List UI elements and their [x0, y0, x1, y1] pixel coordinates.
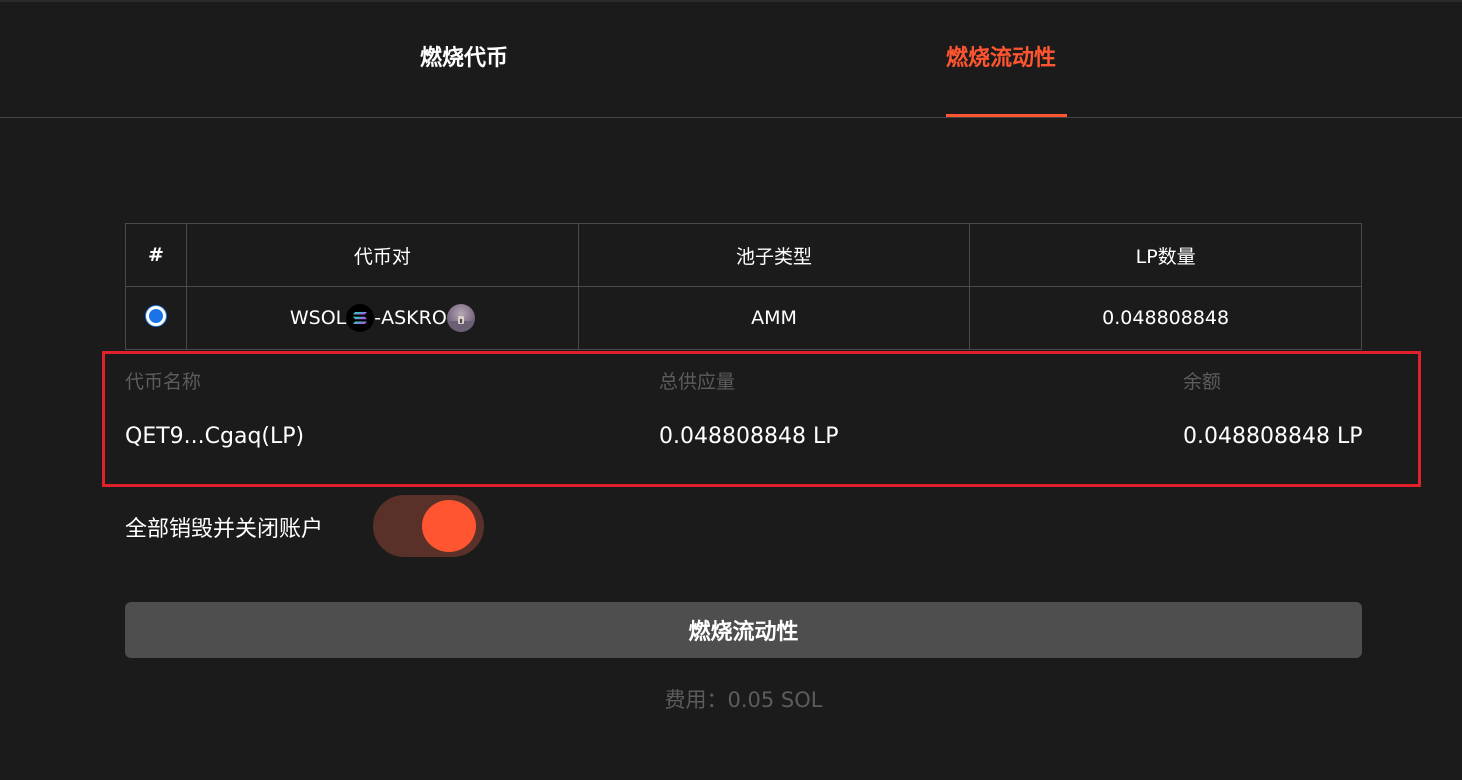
table-row[interactable]: WSOL - ASKRO AMM 0.048808848 — [125, 286, 1362, 350]
close-account-toggle[interactable] — [373, 495, 484, 557]
pair-base-token: WSOL — [289, 307, 347, 329]
pool-type-cell: AMM — [577, 286, 971, 350]
table-header-row: # 代币对 池子类型 LP数量 — [125, 223, 1362, 287]
pair-quote-token: ASKRO — [381, 307, 447, 329]
column-header-index: # — [125, 223, 187, 287]
close-account-label: 全部销毁并关闭账户 — [125, 517, 324, 542]
column-header-pool-type: 池子类型 — [577, 223, 971, 287]
pair-separator: - — [374, 307, 382, 329]
row-radio-button[interactable] — [145, 305, 166, 326]
burn-liquidity-page: 燃烧代币 燃烧流动性 # 代币对 池子类型 LP数量 WSOL - ASKRO … — [0, 0, 1462, 780]
toggle-knob — [422, 500, 476, 552]
token-pair: WSOL - ASKRO — [290, 304, 475, 332]
lp-table: # 代币对 池子类型 LP数量 WSOL - ASKRO AMM 0.04880… — [125, 223, 1362, 350]
tab-burn-liquidity[interactable]: 燃烧流动性 — [946, 40, 1067, 117]
tab-burn-token[interactable]: 燃烧代币 — [420, 40, 508, 117]
column-header-lp-amount: LP数量 — [969, 223, 1362, 287]
tab-bar: 燃烧代币 燃烧流动性 — [0, 0, 1462, 118]
total-supply-value: 0.048808848 LP — [659, 424, 839, 449]
token-name-label: 代币名称 — [125, 371, 202, 393]
total-supply-label: 总供应量 — [659, 371, 736, 393]
balance-value: 0.048808848 LP — [1183, 424, 1363, 449]
column-header-pair: 代币对 — [185, 223, 579, 287]
token-name-value: QET9...Cgaq(LP) — [125, 424, 305, 449]
burn-liquidity-button[interactable]: 燃烧流动性 — [125, 602, 1362, 658]
pair-cell: WSOL - ASKRO — [185, 286, 579, 350]
fee-text: 费用：0.05 SOL — [664, 688, 823, 712]
token-info-highlight — [102, 351, 1421, 487]
balance-label: 余额 — [1183, 371, 1222, 393]
lp-amount-cell: 0.048808848 — [969, 286, 1362, 350]
solana-icon — [346, 304, 375, 332]
askro-token-icon — [446, 304, 475, 332]
row-select-cell — [125, 286, 187, 350]
